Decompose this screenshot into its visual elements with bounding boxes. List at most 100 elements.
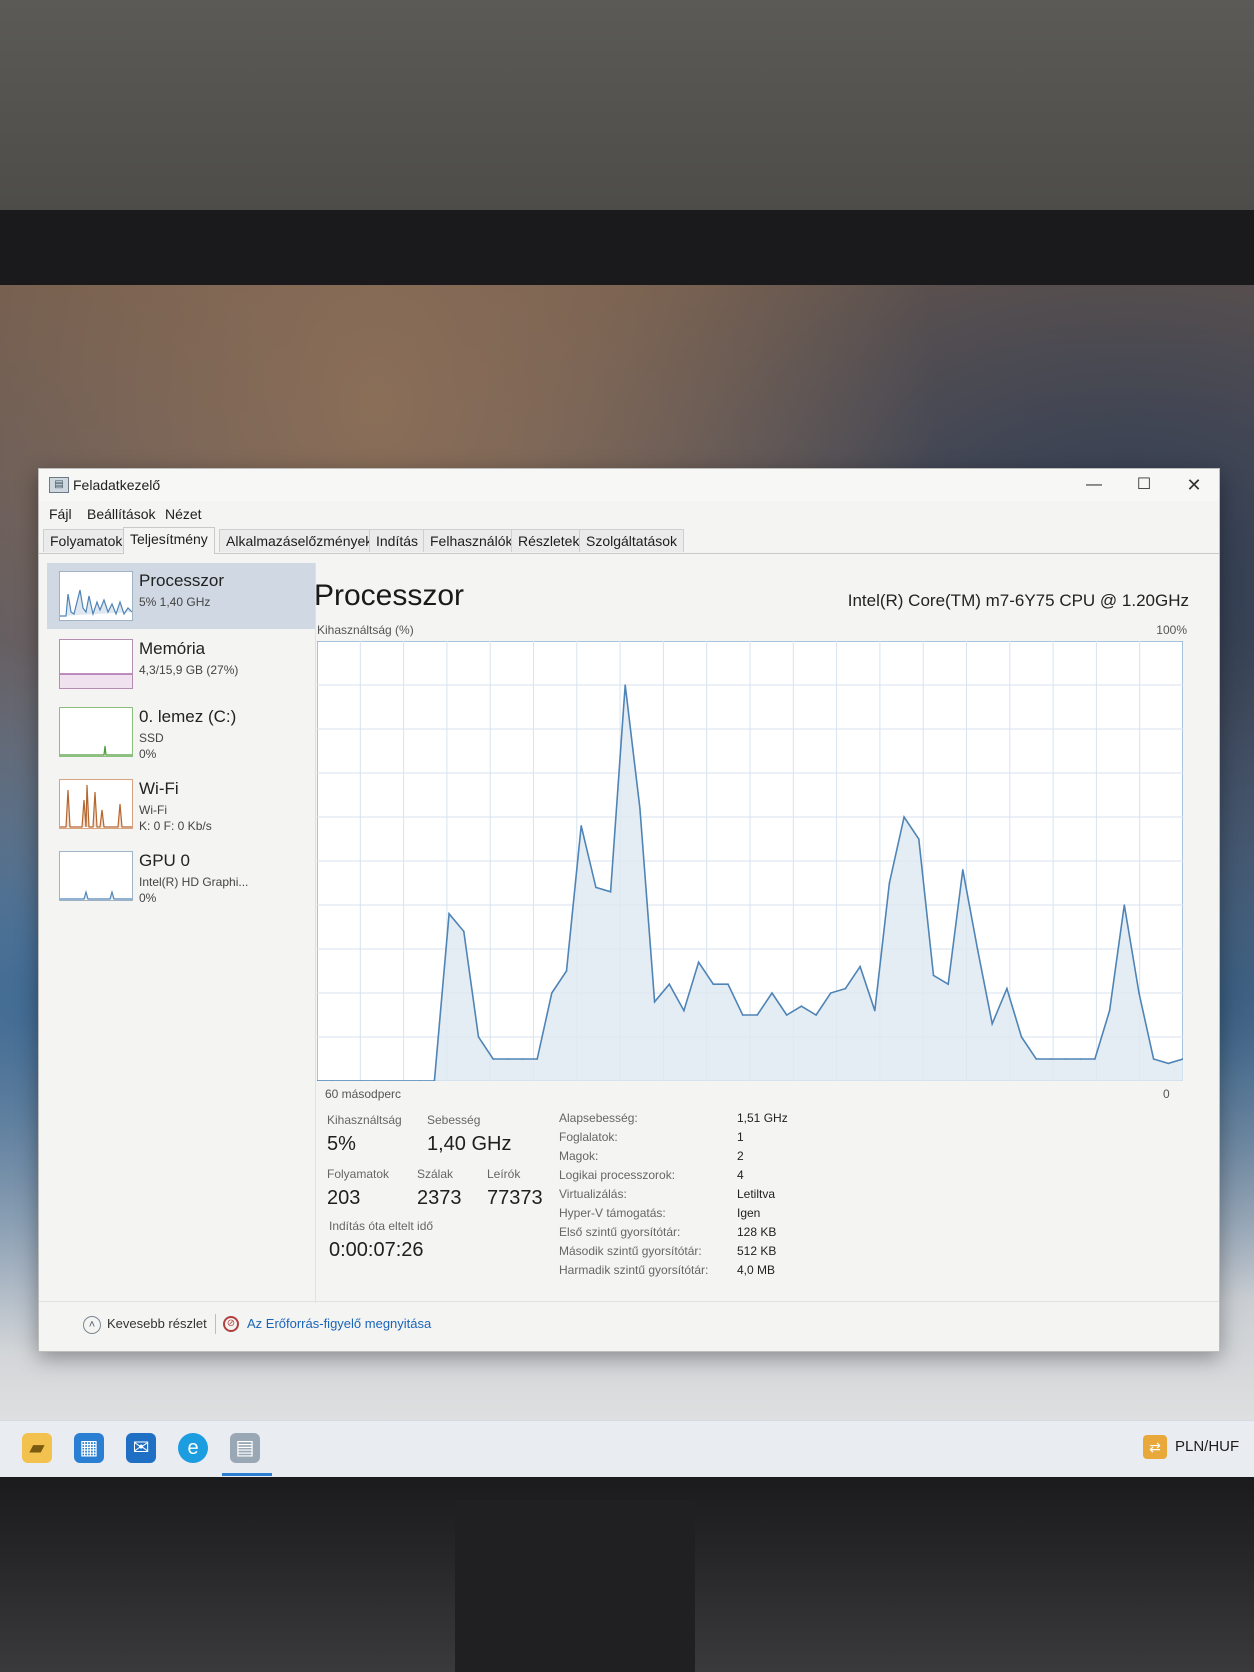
close-button[interactable]: ✕ — [1169, 469, 1219, 501]
tab-performance[interactable]: Teljesítmény — [123, 527, 215, 554]
cpu-sample-point — [536, 1058, 538, 1060]
tab-details[interactable]: Részletek — [511, 529, 587, 552]
currency-widget-icon[interactable]: ⇄ — [1143, 1435, 1167, 1459]
spec-label: Első szintű gyorsítótár: — [559, 1225, 681, 1239]
sidebar-item-cpu[interactable]: Processzor 5% 1,40 GHz — [47, 563, 315, 629]
task-manager-taskbar-icon[interactable]: ▤ — [230, 1433, 260, 1463]
cpu-sample-point — [859, 965, 861, 968]
resource-monitor-icon[interactable]: ⊘ — [223, 1316, 239, 1332]
sidebar-wifi-name: Wi-Fi — [139, 803, 167, 817]
sidebar-gpu-title: GPU 0 — [139, 851, 191, 870]
chevron-up-icon[interactable]: ˄ — [83, 1316, 101, 1334]
menu-view[interactable]: Nézet — [165, 506, 202, 522]
spec-value: 128 KB — [737, 1225, 777, 1239]
spec-value: Letiltva — [737, 1187, 776, 1201]
sidebar-cpu-sub: 5% 1,40 GHz — [139, 595, 211, 609]
spec-value: 4 — [737, 1168, 744, 1182]
cpu-sample-point — [991, 1023, 993, 1025]
cpu-sample-point — [741, 1014, 744, 1016]
sidebar-item-memory[interactable]: Memória 4,3/15,9 GB (27%) — [47, 631, 315, 697]
cpu-sample-point — [918, 838, 920, 840]
task-manager-icon: ▤ — [49, 477, 69, 493]
cpu-utilization-graph — [317, 641, 1183, 1081]
monitor-stand — [455, 1500, 695, 1672]
cpu-sample-point — [639, 807, 641, 809]
tab-services[interactable]: Szolgáltatások — [579, 529, 685, 552]
processes-label: Folyamatok — [327, 1167, 390, 1181]
store-icon[interactable]: ▦ — [74, 1433, 104, 1463]
minimize-button[interactable]: — — [1069, 469, 1119, 501]
outlook-icon[interactable]: ✉ — [126, 1433, 156, 1463]
cpu-sample-point — [712, 983, 715, 985]
cpu-sample-point — [1006, 987, 1008, 990]
cpu-sample-point — [800, 1005, 803, 1007]
cpu-sample-point — [551, 992, 553, 994]
title-bar[interactable]: ▤ Feladatkezelő — ☐ ✕ — [39, 469, 1219, 501]
performance-sidebar: Processzor 5% 1,40 GHz Memória 4,3/15,9 … — [47, 563, 316, 1303]
cpu-sample-point — [697, 961, 700, 963]
menu-settings[interactable]: Beállítások — [87, 506, 155, 522]
wifi-thumbnail-graph — [59, 779, 133, 829]
sidebar-item-wifi[interactable]: Wi-Fi Wi-Fi K: 0 F: 0 Kb/s — [47, 771, 315, 837]
utilization-value: 5% — [327, 1133, 356, 1155]
cpu-sample-point — [1050, 1058, 1052, 1060]
cpu-sample-point — [477, 1036, 480, 1038]
cpu-sample-point — [1094, 1058, 1096, 1060]
sidebar-disk-type: SSD — [139, 731, 164, 745]
less-details-button[interactable]: Kevesebb részlet — [107, 1316, 207, 1331]
spec-value: 2 — [737, 1149, 744, 1163]
spec-label: Hyper-V támogatás: — [559, 1206, 666, 1220]
sidebar-item-disk[interactable]: 0. lemez (C:) SSD 0% — [47, 699, 315, 765]
tab-bar: Folyamatok Teljesítmény Alkalmazáselőzmé… — [39, 527, 1219, 554]
speed-label: Sebesség — [427, 1113, 481, 1127]
utilization-label: Kihasználtság — [327, 1113, 402, 1127]
tab-processes[interactable]: Folyamatok — [43, 529, 130, 552]
disk-thumbnail-graph — [59, 707, 133, 757]
open-resource-monitor-link[interactable]: Az Erőforrás-figyelő megnyitása — [247, 1316, 431, 1331]
window-footer: ˄ Kevesebb részlet ⊘ Az Erőforrás-figyel… — [39, 1301, 1219, 1342]
cpu-sample-point — [1064, 1058, 1067, 1060]
cpu-sample-point — [1123, 904, 1126, 906]
edge-icon[interactable]: e — [178, 1433, 208, 1463]
processes-value: 203 — [327, 1187, 361, 1209]
cpu-sample-point — [624, 684, 626, 686]
menu-file[interactable]: Fájl — [49, 506, 72, 522]
window-title: Feladatkezelő — [73, 477, 161, 493]
monitor-bezel-top — [0, 210, 1254, 285]
cpu-sample-point — [507, 1058, 509, 1060]
tab-app-history[interactable]: Alkalmazáselőzmények — [219, 529, 380, 552]
cpu-sample-point — [1138, 992, 1140, 994]
cpu-sample-point — [521, 1058, 524, 1060]
cpu-sample-point — [1020, 1036, 1023, 1038]
cpu-sample-point — [595, 886, 597, 889]
cpu-sample-point — [844, 987, 847, 990]
cpu-sample-point — [668, 983, 671, 985]
x-axis-right-label: 0 — [1163, 1087, 1170, 1101]
sidebar-cpu-title: Processzor — [139, 571, 225, 590]
sidebar-item-gpu[interactable]: GPU 0 Intel(R) HD Graphi... 0% — [47, 843, 315, 909]
tab-startup[interactable]: Indítás — [369, 529, 426, 552]
cpu-sample-point — [1079, 1058, 1082, 1060]
sidebar-memory-title: Memória — [139, 639, 206, 658]
sidebar-wifi-title: Wi-Fi — [139, 779, 179, 798]
cpu-sample-point — [962, 869, 964, 871]
spec-value: 512 KB — [737, 1244, 777, 1258]
cpu-sample-point — [1035, 1058, 1037, 1060]
page-title: Processzor — [314, 579, 465, 612]
cpu-sample-point — [1108, 1009, 1111, 1012]
spec-label: Alapsebesség: — [559, 1111, 638, 1125]
sidebar-disk-usage: 0% — [139, 747, 157, 761]
cpu-sample-point — [756, 1014, 759, 1016]
file-explorer-icon[interactable]: ▰ — [22, 1433, 52, 1463]
taskbar: ▰ ▦ ✉ e ▤ ⇄ PLN/HUF — [0, 1420, 1254, 1477]
currency-widget-label[interactable]: PLN/HUF — [1175, 1438, 1239, 1455]
cpu-sample-point — [976, 948, 979, 950]
tab-users[interactable]: Felhasználók — [423, 529, 520, 552]
maximize-button[interactable]: ☐ — [1119, 469, 1169, 501]
spec-label: Virtualizálás: — [559, 1187, 627, 1201]
uptime-value: 0:00:07:26 — [329, 1239, 424, 1261]
cpu-sample-point — [683, 1009, 685, 1012]
menu-bar: Fájl Beállítások Nézet — [39, 501, 1219, 527]
y-axis-label: Kihasználtság (%) — [317, 623, 414, 637]
sidebar-wifi-throughput: K: 0 F: 0 Kb/s — [139, 819, 212, 833]
